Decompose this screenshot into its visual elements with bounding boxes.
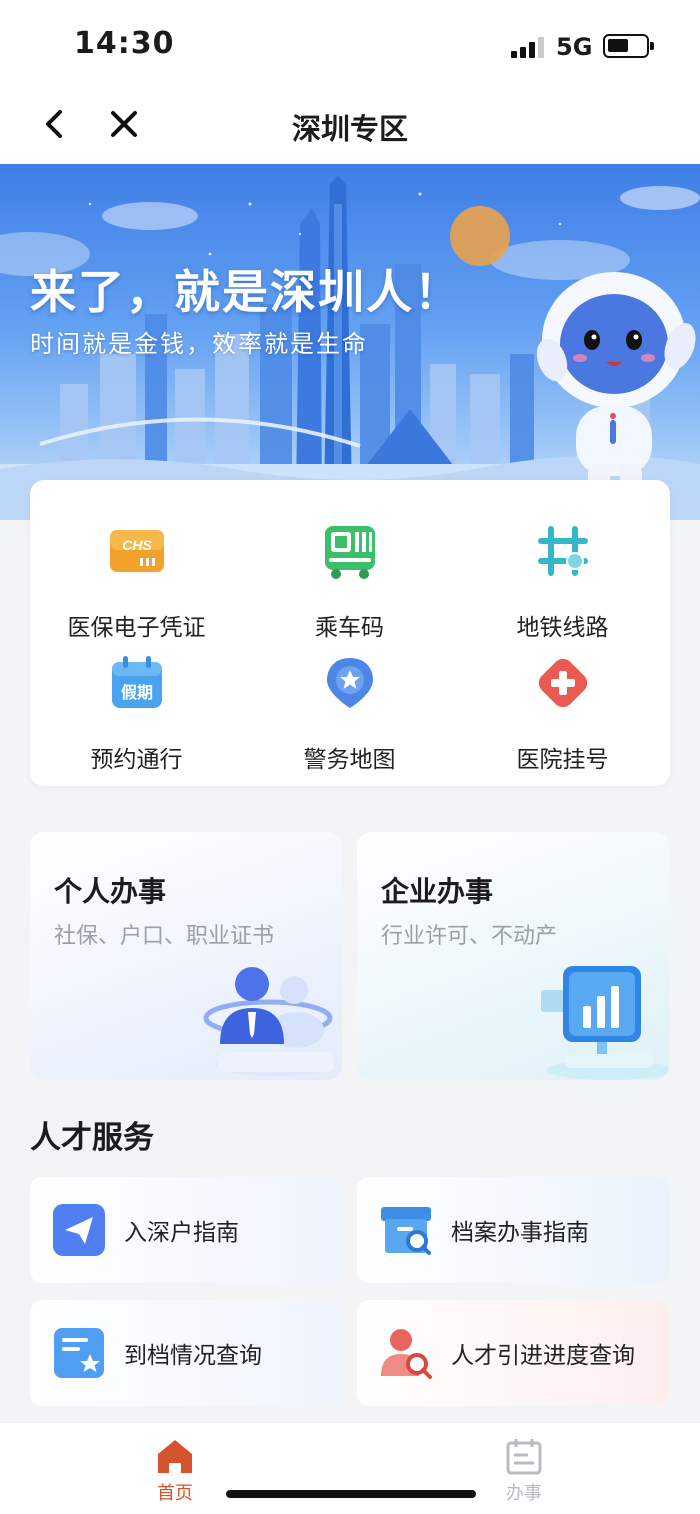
people-icon [203,967,336,1076]
page-title: 深圳专区 [291,112,408,146]
quick-item-label: 警务地图 [303,747,396,773]
quick-item-label: 医院挂号 [516,747,609,773]
holiday-calendar-icon: 假期 [112,656,162,708]
service-label: 档案办事指南 [451,1220,589,1246]
quick-item-label: 预约通行 [90,747,183,773]
personal-affairs-title: 个人办事 [54,875,167,908]
service-archive-guide[interactable]: 档案办事指南 [357,1177,669,1283]
quick-item-hospital-registration[interactable]: 医院挂号 [456,642,669,773]
talent-services-title: 人才服务 [30,1120,154,1156]
status-time: 14:30 [74,26,175,61]
calendar-tasks-icon [506,1439,542,1475]
battery-icon [603,34,654,58]
service-settle-guide[interactable]: 入深户指南 [30,1177,342,1283]
quick-item-label: 地铁线路 [516,615,609,641]
service-label: 人才引进进度查询 [451,1343,635,1369]
banner[interactable]: 来了，就是深圳人！ 时间就是金钱，效率就是生命 [0,164,700,520]
bottom-tab-bar: 首页 办事 [0,1422,700,1514]
chs-badge-text: CHS [122,537,152,553]
quick-item-label: 乘车码 [315,615,384,641]
enterprise-affairs-title: 企业办事 [381,875,494,908]
police-map-pin-icon [327,658,373,708]
personal-affairs-card[interactable]: 个人办事 社保、户口、职业证书 [30,832,342,1080]
banner-title: 来了，就是深圳人！ [30,265,462,319]
bus-qr-icon [325,526,375,579]
astronaut-mascot [536,272,696,500]
service-talent-progress[interactable]: 人才引进进度查询 [357,1300,669,1406]
network-type: 5G [556,33,593,61]
paper-plane-icon [53,1204,105,1256]
personal-affairs-subtitle: 社保、户口、职业证书 [54,924,275,949]
navigation-bar: 深圳专区 [0,90,700,164]
enterprise-affairs-card[interactable]: 企业办事 行业许可、不动产 [357,832,669,1080]
tab-affairs-label: 办事 [506,1483,542,1504]
hospital-cross-icon [538,658,588,708]
quick-item-reserve-pass[interactable]: 假期 预约通行 [30,642,243,773]
status-bar: 14:30 5G [0,0,700,90]
quick-item-metro-lines[interactable]: 地铁线路 [456,510,669,641]
service-label: 到档情况查询 [124,1343,262,1369]
service-label: 入深户指南 [124,1220,239,1246]
metro-route-icon [538,526,588,576]
holiday-badge-text: 假期 [121,683,153,702]
file-star-icon [54,1328,104,1378]
quick-services-card: CHS 医保电子凭证 乘车码 地铁线路 假期 预约通行 警务地图 医院挂号 [30,480,670,786]
home-indicator [226,1490,476,1498]
banner-subtitle: 时间就是金钱，效率就是生命 [30,330,368,358]
archive-search-icon [381,1207,431,1255]
chs-card-icon: CHS [110,530,164,572]
bar-chart-board-icon [541,966,669,1080]
person-search-icon [381,1329,432,1379]
signal-strength-icon [511,36,547,58]
tab-affairs[interactable]: 办事 [474,1437,574,1505]
quick-item-bus-code[interactable]: 乘车码 [243,510,456,641]
tab-home[interactable]: 首页 [125,1437,225,1505]
home-icon [158,1440,192,1473]
enterprise-affairs-subtitle: 行业许可、不动产 [381,924,558,949]
quick-item-medical-insurance[interactable]: CHS 医保电子凭证 [30,510,243,641]
quick-item-label: 医保电子凭证 [67,615,206,641]
quick-item-police-map[interactable]: 警务地图 [243,642,456,773]
tab-home-label: 首页 [157,1483,193,1504]
service-archive-status[interactable]: 到档情况查询 [30,1300,342,1406]
